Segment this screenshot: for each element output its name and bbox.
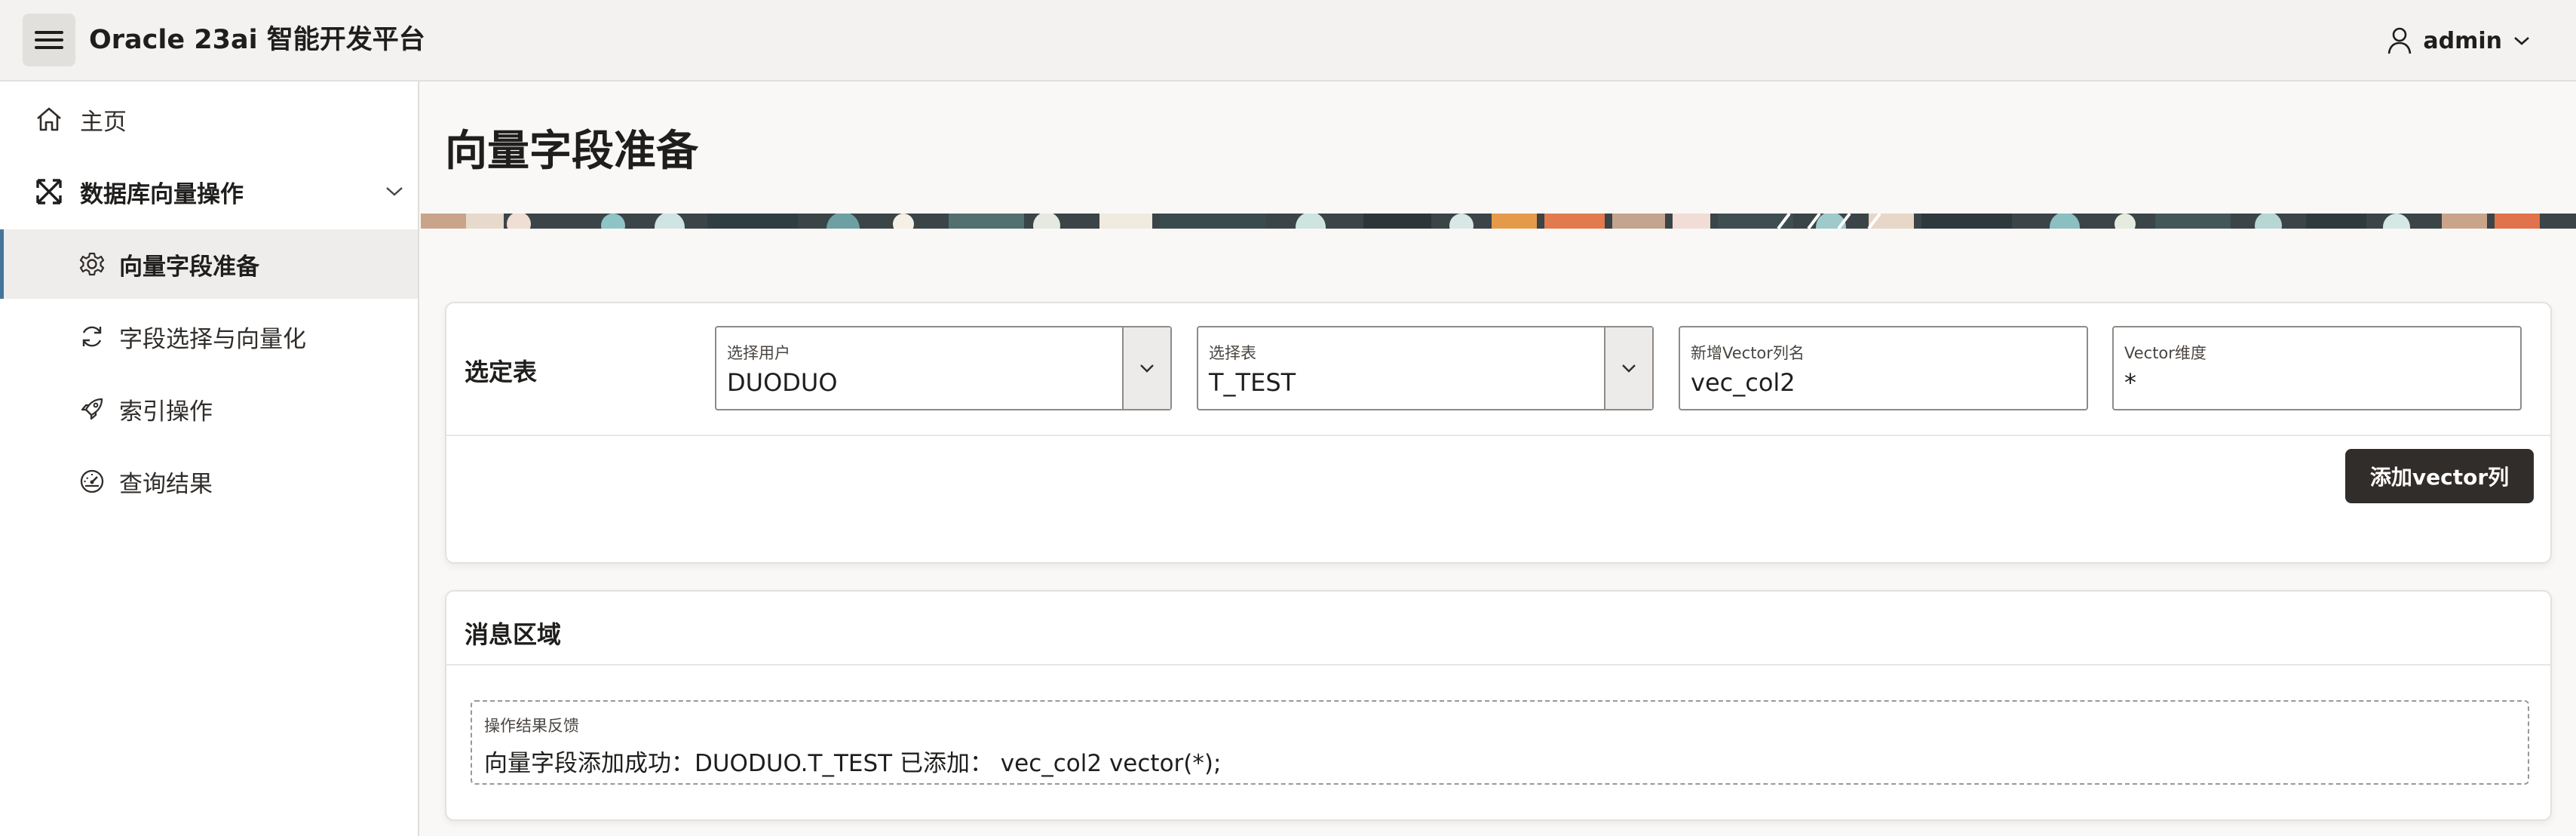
hamburger-menu-button[interactable]: [23, 14, 75, 66]
card-divider: [446, 664, 2550, 665]
sidebar-item-index-ops[interactable]: 索引操作: [0, 374, 418, 444]
field-label: 操作结果反馈: [484, 717, 579, 735]
field-label: 新增Vector列名: [1691, 344, 1805, 362]
vector-dimension-input[interactable]: Vector维度 *: [2112, 326, 2522, 410]
sidebar-item-home[interactable]: 主页: [0, 85, 418, 154]
table-select[interactable]: 选择表 T_TEST: [1197, 326, 1654, 410]
user-select[interactable]: 选择用户 DUODUO: [715, 326, 1172, 410]
operation-feedback-field: 操作结果反馈 向量字段添加成功：DUODUO.T_TEST 已添加： vec_c…: [471, 700, 2529, 785]
user-menu[interactable]: admin: [2387, 20, 2531, 62]
top-header: Oracle 23ai 智能开发平台 admin: [0, 0, 2576, 81]
chevron-down-icon: [1622, 364, 1636, 373]
card-title: 选定表: [465, 358, 538, 386]
sidebar-item-field-vectorize[interactable]: 字段选择与向量化: [0, 302, 418, 371]
decorative-banner: [421, 214, 2576, 229]
expand-arrows-icon: [34, 177, 64, 207]
page-title: 向量字段准备: [445, 127, 698, 176]
card-divider: [446, 435, 2550, 436]
add-vector-column-button[interactable]: 添加vector列: [2345, 449, 2534, 503]
sidebar-item-label: 主页: [80, 108, 127, 136]
speedometer-icon: [77, 466, 107, 496]
sidebar-item-vector-ops[interactable]: 数据库向量操作: [0, 157, 418, 226]
card-title: 消息区域: [465, 620, 562, 649]
sidebar-item-label: 向量字段准备: [119, 253, 259, 281]
home-icon: [34, 104, 64, 134]
sidebar-item-label: 字段选择与向量化: [119, 325, 306, 353]
field-label: Vector维度: [2124, 344, 2206, 362]
user-name: admin: [2423, 27, 2502, 54]
refresh-icon: [77, 321, 107, 352]
rocket-icon: [77, 394, 107, 424]
sidebar-item-query-results[interactable]: 查询结果: [0, 447, 418, 516]
hamburger-icon-line: [35, 46, 63, 49]
sidebar-nav: 主页 数据库向量操作 向量字段准备 字段选择与向量化 索引操作 查询结果: [0, 81, 419, 836]
feedback-message: 向量字段添加成功：DUODUO.T_TEST 已添加： vec_col2 vec…: [484, 750, 1222, 777]
field-value: T_TEST: [1209, 368, 1296, 397]
chevron-down-icon: [1140, 364, 1154, 373]
field-value: DUODUO: [727, 368, 838, 397]
hamburger-icon: [35, 31, 63, 34]
chevron-down-icon[interactable]: [385, 186, 404, 198]
field-value[interactable]: vec_col2: [1691, 368, 1796, 397]
vector-column-name-input[interactable]: 新增Vector列名 vec_col2: [1679, 326, 2088, 410]
sidebar-item-label: 索引操作: [119, 398, 213, 426]
field-label: 选择表: [1209, 344, 1256, 362]
field-label: 选择用户: [727, 344, 790, 362]
dropdown-toggle[interactable]: [1122, 327, 1170, 409]
sidebar-item-vector-field-prep[interactable]: 向量字段准备: [0, 229, 418, 299]
chevron-down-icon: [2514, 37, 2529, 45]
app-title: Oracle 23ai 智能开发平台: [89, 25, 425, 55]
user-icon: [2388, 27, 2412, 54]
hamburger-icon-line: [35, 38, 63, 41]
gear-icon: [77, 249, 107, 279]
sidebar-item-label: 查询结果: [119, 470, 213, 498]
field-value[interactable]: *: [2124, 368, 2136, 397]
sidebar-item-label: 数据库向量操作: [80, 180, 244, 208]
dropdown-toggle[interactable]: [1604, 327, 1652, 409]
